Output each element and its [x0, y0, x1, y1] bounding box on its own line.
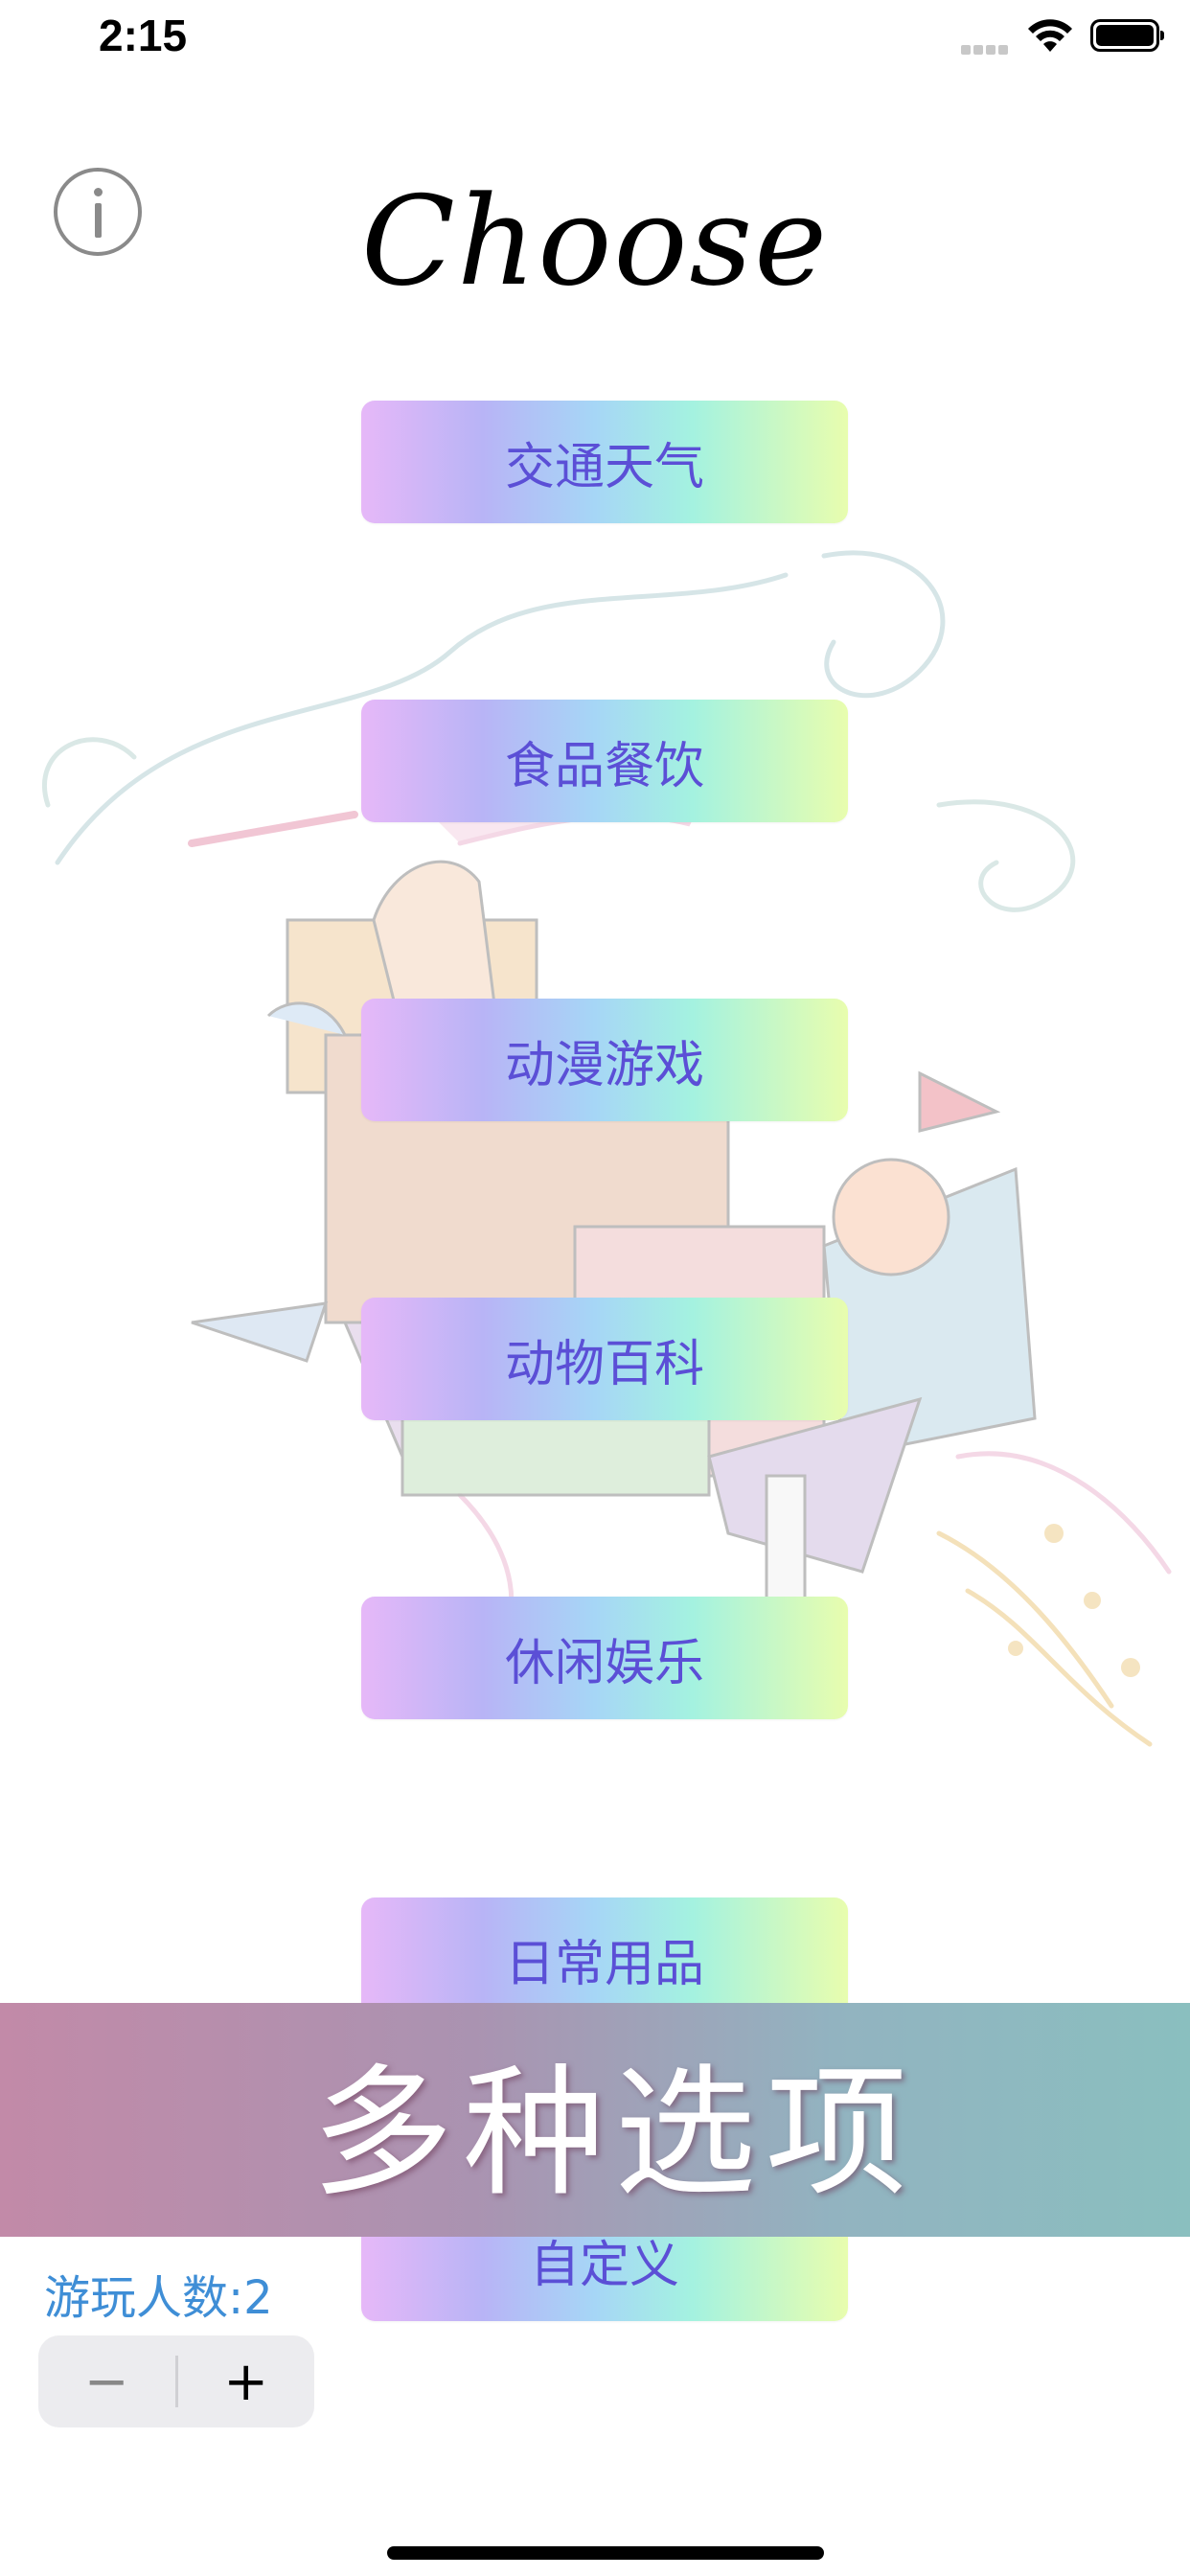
category-button-leisure-entertainment[interactable]: 休闲娱乐	[361, 1597, 848, 1719]
increment-button[interactable]: +	[178, 2335, 315, 2427]
category-label: 动漫游戏	[504, 1036, 704, 1094]
status-time: 2:15	[99, 11, 188, 60]
plus-icon: +	[223, 2350, 269, 2413]
category-label: 日常用品	[504, 1935, 704, 1993]
wifi-icon	[1028, 19, 1072, 52]
promo-banner-text: 多种选项	[311, 2050, 917, 2216]
cellular-signal-icon	[958, 40, 1008, 58]
category-button-anime-games[interactable]: 动漫游戏	[361, 999, 848, 1121]
home-indicator[interactable]	[387, 2546, 824, 2560]
category-label: 交通天气	[504, 438, 704, 496]
category-button-traffic-weather[interactable]: 交通天气	[361, 401, 848, 523]
battery-icon	[1090, 19, 1164, 52]
category-label: 动物百科	[504, 1335, 704, 1393]
category-button-food-dining[interactable]: 食品餐饮	[361, 700, 848, 822]
promo-banner: 多种选项	[0, 2003, 1190, 2237]
category-label: 食品餐饮	[504, 737, 704, 795]
category-button-animal-encyclopedia[interactable]: 动物百科	[361, 1298, 848, 1420]
page-title: Choose	[361, 171, 829, 313]
player-count-label: 游玩人数:2	[44, 2271, 273, 2325]
decrement-button[interactable]: −	[38, 2335, 175, 2427]
category-label: 休闲娱乐	[504, 1634, 704, 1692]
player-count-stepper[interactable]: − +	[38, 2335, 314, 2427]
category-button-daily-goods[interactable]: 日常用品	[361, 1898, 848, 2020]
minus-icon: −	[83, 2350, 129, 2413]
